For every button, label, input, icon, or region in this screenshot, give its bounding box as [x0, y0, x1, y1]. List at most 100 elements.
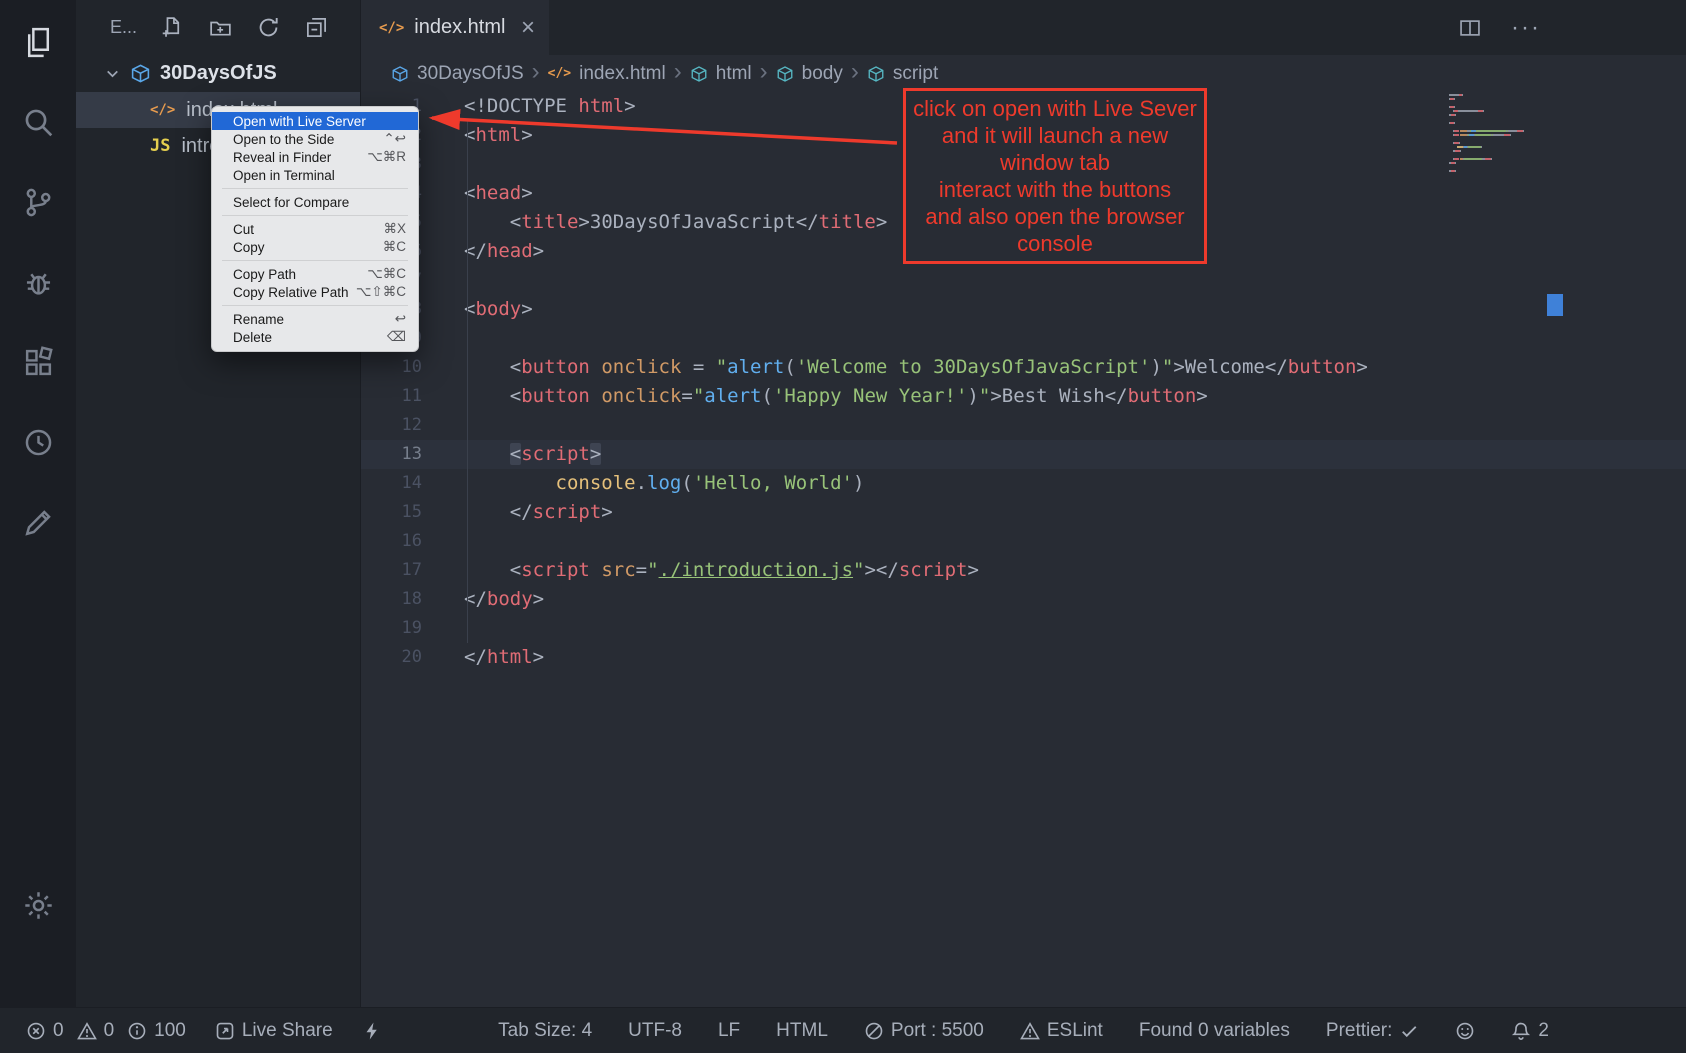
menu-item-label: Copy Relative Path	[233, 285, 356, 300]
breadcrumb-label: script	[893, 63, 938, 85]
menu-separator	[222, 188, 408, 189]
feedback-icon	[22, 506, 55, 539]
breadcrumb-item-script[interactable]: script	[867, 63, 938, 85]
code-line-20[interactable]: 20</html>	[361, 643, 1686, 672]
minimap-line	[1449, 114, 1549, 116]
explorer-action-new-file[interactable]	[161, 16, 185, 40]
breadcrumb-item-index-html[interactable]: </>index.html	[548, 63, 666, 85]
code-line-14[interactable]: 14 console.log('Hello, World')	[361, 469, 1686, 498]
code-line-12[interactable]: 12	[361, 411, 1686, 440]
status-tab-size-4[interactable]: Tab Size: 4	[498, 1020, 592, 1042]
status-text: Prettier:	[1326, 1020, 1393, 1042]
code-text: </script>	[446, 498, 613, 527]
menu-item-delete[interactable]: Delete⌫	[212, 328, 418, 346]
activity-bar-source-control[interactable]	[0, 162, 76, 242]
menu-item-open-with-live-server[interactable]: Open with Live Server	[212, 112, 418, 130]
code-line-15[interactable]: 15 </script>	[361, 498, 1686, 527]
menu-item-label: Copy	[233, 240, 383, 255]
tab-index-html[interactable]: </> index.html ×	[361, 0, 549, 55]
breadcrumb-item-30daysofjs[interactable]: 30DaysOfJS	[391, 63, 524, 85]
activity-bar-explorer[interactable]	[0, 2, 76, 82]
minimap-line	[1449, 138, 1549, 140]
line-number: 14	[361, 469, 446, 498]
menu-item-copy[interactable]: Copy⌘C	[212, 238, 418, 256]
code-text	[446, 411, 464, 440]
menu-item-rename[interactable]: Rename↩	[212, 310, 418, 328]
explorer-action-collapse-all[interactable]	[305, 16, 329, 40]
status-0[interactable]: 0	[77, 1020, 115, 1042]
code-line-18[interactable]: 18</body>	[361, 585, 1686, 614]
activity-bar-search[interactable]	[0, 82, 76, 162]
explorer-icon	[22, 26, 55, 59]
status-live-share[interactable]: Live Share	[215, 1020, 333, 1042]
breadcrumb-label: index.html	[579, 63, 666, 85]
code-line-9[interactable]: 9	[361, 324, 1686, 353]
status-eslint[interactable]: ESLint	[1020, 1020, 1103, 1042]
breadcrumb-item-body[interactable]: body	[776, 63, 843, 85]
line-number: 11	[361, 382, 446, 411]
activity-bar-debug[interactable]	[0, 242, 76, 322]
code-line-10[interactable]: 10 <button onclick = "alert('Welcome to …	[361, 353, 1686, 382]
activity-bar-settings[interactable]	[0, 865, 76, 945]
html-file-icon: </>	[150, 102, 175, 118]
status-found-0-variables[interactable]: Found 0 variables	[1139, 1020, 1290, 1042]
folder-name: 30DaysOfJS	[160, 62, 277, 85]
tab-label: index.html	[414, 16, 511, 39]
warning-icon	[77, 1021, 97, 1041]
code-line-7[interactable]: 7	[361, 266, 1686, 295]
code-line-16[interactable]: 16	[361, 527, 1686, 556]
status-utf-8[interactable]: UTF-8	[628, 1020, 682, 1042]
menu-item-cut[interactable]: Cut⌘X	[212, 220, 418, 238]
source-control-icon	[22, 186, 55, 219]
error-icon	[26, 1021, 46, 1041]
minimap-line	[1449, 118, 1549, 120]
menu-item-select-for-compare[interactable]: Select for Compare	[212, 193, 418, 211]
activity-bar-extensions[interactable]	[0, 322, 76, 402]
status-html[interactable]: HTML	[776, 1020, 828, 1042]
status-lf[interactable]: LF	[718, 1020, 740, 1042]
annotation-line: click on open with Live Sever	[912, 95, 1198, 122]
extensions-icon	[22, 346, 55, 379]
cube-icon	[867, 65, 885, 83]
explorer-action-refresh[interactable]	[257, 16, 281, 40]
minimap-line	[1449, 106, 1549, 108]
line-number: 12	[361, 411, 446, 440]
status-100[interactable]: 100	[127, 1020, 186, 1042]
code-line-19[interactable]: 19	[361, 614, 1686, 643]
html-file-icon: </>	[379, 20, 404, 36]
menu-item-open-to-the-side[interactable]: Open to the Side⌃↩	[212, 130, 418, 148]
split-editor-icon[interactable]	[1459, 17, 1481, 39]
vscode-window: E... 30DaysOfJS </>index.htmlJSintroduct…	[0, 0, 1686, 1053]
close-icon[interactable]: ×	[521, 16, 535, 40]
minimap-line	[1449, 126, 1549, 128]
menu-item-label: Open in Terminal	[233, 168, 406, 183]
status-2[interactable]: 2	[1511, 1020, 1549, 1042]
folder-root[interactable]: 30DaysOfJS	[76, 55, 360, 92]
status-prettier[interactable]: Prettier:	[1326, 1020, 1420, 1042]
explorer-action-new-folder[interactable]	[209, 16, 233, 40]
minimap-line	[1449, 154, 1549, 156]
tab-bar: </> index.html × ···	[361, 0, 1686, 55]
code-line-11[interactable]: 11 <button onclick="alert('Happy New Yea…	[361, 382, 1686, 411]
status-port-5500[interactable]: Port : 5500	[864, 1020, 984, 1042]
status-0[interactable]: 0	[26, 1020, 64, 1042]
line-number: 17	[361, 556, 446, 585]
line-number: 10	[361, 353, 446, 382]
status-bolt[interactable]	[362, 1021, 382, 1041]
code-line-13[interactable]: 13 <script>	[361, 440, 1686, 469]
status-text: HTML	[776, 1020, 828, 1042]
code-line-8[interactable]: 8<body>	[361, 295, 1686, 324]
menu-item-reveal-in-finder[interactable]: Reveal in Finder⌥⌘R	[212, 148, 418, 166]
menu-item-open-in-terminal[interactable]: Open in Terminal	[212, 166, 418, 184]
breadcrumb-item-html[interactable]: html	[690, 63, 752, 85]
refresh-icon	[257, 16, 280, 39]
activity-bar-feedback[interactable]	[0, 482, 76, 562]
more-actions-icon[interactable]: ···	[1511, 16, 1541, 40]
code-line-17[interactable]: 17 <script src="./introduction.js"></scr…	[361, 556, 1686, 585]
code-text: </html>	[446, 643, 544, 672]
minimap[interactable]	[1449, 94, 1549, 174]
menu-item-copy-path[interactable]: Copy Path⌥⌘C	[212, 265, 418, 283]
activity-bar-history[interactable]	[0, 402, 76, 482]
status-smiley[interactable]	[1455, 1021, 1475, 1041]
menu-item-copy-relative-path[interactable]: Copy Relative Path⌥⇧⌘C	[212, 283, 418, 301]
